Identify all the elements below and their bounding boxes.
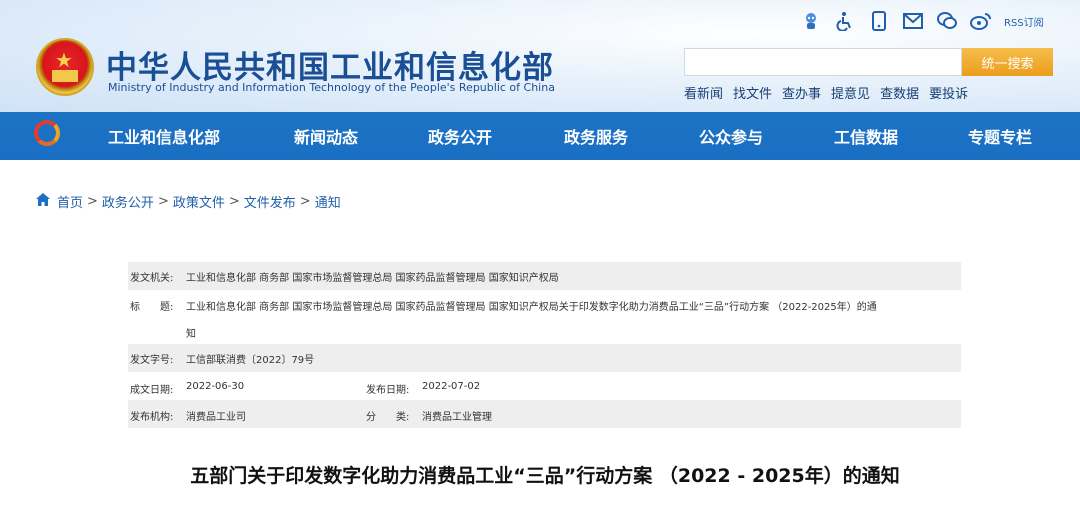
meta-label-doc-no: 发文字号: <box>130 355 174 366</box>
nav-item-data[interactable]: 工信数据 <box>834 124 898 148</box>
quick-link-data[interactable]: 查数据 <box>880 83 919 102</box>
meta-row-dates: 成文日期: 2022-06-30 发布日期: 2022-07-02 <box>128 372 961 400</box>
breadcrumb-open-gov[interactable]: 政务公开 <box>102 192 154 211</box>
rss-link[interactable]: RSS订阅 <box>1004 14 1044 29</box>
home-icon[interactable] <box>36 193 50 210</box>
mobile-icon[interactable] <box>868 10 890 32</box>
meta-label-date-written: 成文日期: <box>130 385 174 396</box>
quick-link-complaint[interactable]: 要投诉 <box>929 83 968 102</box>
meta-value-title-line2: 知 <box>186 329 196 340</box>
quick-link-news[interactable]: 看新闻 <box>684 83 723 102</box>
site-subtitle: Ministry of Industry and Information Tec… <box>108 81 555 94</box>
meta-row-title: 标 题: 工业和信息化部 商务部 国家市场监督管理总局 国家药品监督管理局 国家… <box>128 290 961 344</box>
document-title: 五部门关于印发数字化助力消费品工业“三品”行动方案 （2022 - 2025年）… <box>190 465 900 487</box>
search-input[interactable] <box>684 48 962 76</box>
breadcrumb-separator: > <box>87 194 98 209</box>
nav-item-open-gov[interactable]: 政务公开 <box>428 124 492 148</box>
meta-row-issuer: 发文机关: 工业和信息化部 商务部 国家市场监督管理总局 国家药品监督管理局 国… <box>128 262 961 290</box>
quick-link-services[interactable]: 查办事 <box>782 83 821 102</box>
breadcrumb-releases[interactable]: 文件发布 <box>244 192 296 211</box>
breadcrumb-separator: > <box>157 194 169 209</box>
quick-link-files[interactable]: 找文件 <box>733 83 772 102</box>
nav-item-news[interactable]: 新闻动态 <box>294 124 358 148</box>
nav-item-services[interactable]: 政务服务 <box>564 124 628 148</box>
top-toolbar: RSS订阅 <box>800 9 1044 33</box>
national-emblem-icon[interactable]: ★ <box>36 38 94 96</box>
nav-item-participation[interactable]: 公众参与 <box>699 124 763 148</box>
emblem-star-icon: ★ <box>55 48 73 72</box>
meta-value-doc-no: 工信部联消费〔2022〕79号 <box>186 355 315 366</box>
breadcrumb-home[interactable]: 首页 <box>57 192 83 211</box>
meta-label-title: 标 题: <box>130 302 174 313</box>
breadcrumb-notice[interactable]: 通知 <box>315 192 341 211</box>
meta-value-title-line1: 工业和信息化部 商务部 国家市场监督管理总局 国家药品监督管理局 国家知识产权局… <box>186 302 877 313</box>
meta-value-date-published: 2022-07-02 <box>422 381 481 392</box>
accessibility-icon[interactable] <box>834 10 856 32</box>
nav-item-ministry[interactable]: 工业和信息化部 <box>108 124 220 148</box>
mail-icon[interactable] <box>902 10 924 32</box>
meta-value-issuer: 工业和信息化部 商务部 国家市场监督管理总局 国家药品监督管理局 国家知识产权局 <box>186 273 559 284</box>
breadcrumb-separator: > <box>228 194 240 209</box>
site-header: ★ 中华人民共和国工业和信息化部 Ministry of Industry an… <box>0 0 1080 160</box>
document-meta-table: 发文机关: 工业和信息化部 商务部 国家市场监督管理总局 国家药品监督管理局 国… <box>128 262 961 428</box>
meta-label-agency: 发布机构: <box>130 412 174 423</box>
breadcrumb-policy[interactable]: 政策文件 <box>173 192 225 211</box>
meta-label-issuer: 发文机关: <box>130 273 174 284</box>
meta-label-category: 分 类: <box>366 412 410 423</box>
meta-label-date-published: 发布日期: <box>366 385 410 396</box>
breadcrumb: 首页 > 政务公开 > 政策文件 > 文件发布 > 通知 <box>36 192 341 211</box>
search-button[interactable]: 统一搜索 <box>962 48 1053 76</box>
miit-logo-icon[interactable] <box>34 120 60 146</box>
meta-value-agency: 消费品工业司 <box>186 412 246 423</box>
quick-links: 看新闻 找文件 查办事 提意见 查数据 要投诉 <box>684 83 978 102</box>
meta-value-category: 消费品工业管理 <box>422 412 492 423</box>
robot-icon[interactable] <box>800 10 822 32</box>
main-nav: 工业和信息化部 新闻动态 政务公开 政务服务 公众参与 工信数据 专题专栏 <box>90 118 1070 150</box>
emblem-gate-icon <box>52 70 78 82</box>
breadcrumb-separator: > <box>299 194 311 209</box>
quick-link-feedback[interactable]: 提意见 <box>831 83 870 102</box>
meta-value-date-written: 2022-06-30 <box>186 381 245 392</box>
meta-row-agency: 发布机构: 消费品工业司 分 类: 消费品工业管理 <box>128 400 961 428</box>
weibo-icon[interactable] <box>970 10 992 32</box>
meta-row-doc-no: 发文字号: 工信部联消费〔2022〕79号 <box>128 344 961 372</box>
wechat-icon[interactable] <box>936 10 958 32</box>
nav-item-topics[interactable]: 专题专栏 <box>968 124 1032 148</box>
